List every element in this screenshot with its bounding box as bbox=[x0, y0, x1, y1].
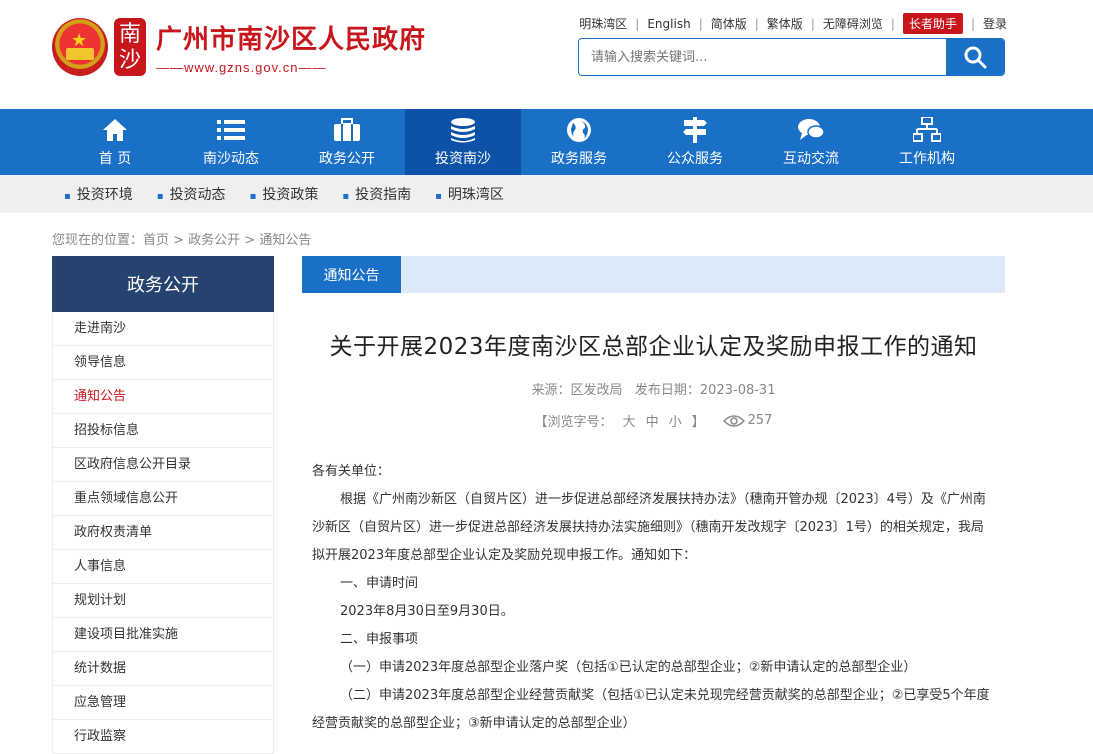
nav-label: 政务服务 bbox=[551, 151, 607, 167]
nav-invest[interactable]: 投资南沙 bbox=[405, 109, 521, 175]
font-size-medium-button[interactable]: 中 bbox=[646, 411, 659, 430]
nav-label: 工作机构 bbox=[899, 151, 955, 167]
sidebar-item[interactable]: 行政监察 bbox=[53, 720, 273, 754]
sidebar-item[interactable]: 政府权责清单 bbox=[53, 516, 273, 550]
search-button[interactable] bbox=[946, 39, 1004, 75]
nav-label: 互动交流 bbox=[783, 151, 839, 167]
national-emblem-icon: ★ bbox=[52, 18, 108, 76]
toplink-accessibility[interactable]: 无障碍浏览 bbox=[823, 15, 883, 32]
toplink-simplified[interactable]: 简体版 bbox=[711, 15, 747, 32]
eye-icon bbox=[722, 414, 745, 427]
toplink-mingzhu[interactable]: 明珠湾区 bbox=[579, 15, 627, 32]
nav-gov-service[interactable]: 政务服务 bbox=[521, 109, 637, 175]
header: ★ 南沙 广州市南沙区人民政府 ——www.gzns.gov.cn—— 明珠湾区… bbox=[0, 0, 1093, 109]
subnav-item-policy[interactable]: ▪ 投资政策 bbox=[250, 184, 319, 204]
site-title: 广州市南沙区人民政府 bbox=[156, 25, 427, 55]
article-paragraph: 2023年8月30日至9月30日。 bbox=[340, 604, 514, 619]
sidebar-item[interactable]: 规划计划 bbox=[53, 584, 273, 618]
login-link[interactable]: 登录 bbox=[983, 15, 1007, 32]
site-logo[interactable]: ★ 南沙 广州市南沙区人民政府 ——www.gzns.gov.cn—— bbox=[52, 18, 426, 76]
article-meta: 来源：区发改局 发布日期：2023-08-31 bbox=[531, 383, 776, 398]
sidebar-item[interactable]: 统计数据 bbox=[53, 652, 273, 686]
tab-notice[interactable]: 通知公告 bbox=[302, 256, 401, 293]
sidebar-item[interactable]: 领导信息 bbox=[53, 346, 273, 380]
nav-news[interactable]: 南沙动态 bbox=[173, 109, 289, 175]
search-icon bbox=[964, 46, 987, 69]
briefcase-icon bbox=[334, 118, 360, 141]
view-count-value: 257 bbox=[747, 413, 773, 428]
article-body: 各有关单位： 根据《广州南沙新区（自贸片区）进一步促进总部经济发展扶持办法》（穗… bbox=[302, 458, 1005, 738]
toplink-english[interactable]: English bbox=[647, 17, 690, 31]
org-chart-icon bbox=[913, 117, 941, 142]
subnav-item-environment[interactable]: ▪ 投资环境 bbox=[64, 184, 133, 204]
font-size-controls: 【浏览字号： 大 中 小 】 257 bbox=[302, 411, 1005, 430]
nav-label: 政务公开 bbox=[319, 151, 375, 167]
article-greeting: 各有关单位： bbox=[312, 464, 391, 479]
article-paragraph: （二）申请2023年度总部型企业经营贡献奖（包括①已认定未兑现完经营贡献奖的总部… bbox=[312, 688, 990, 731]
sidebar-item[interactable]: 重点领域信息公开 bbox=[53, 482, 273, 516]
sidebar-item[interactable]: 应急管理 bbox=[53, 686, 273, 720]
article-title: 关于开展2023年度南沙区总部企业认定及奖励申报工作的通知 bbox=[329, 334, 978, 360]
list-icon bbox=[217, 120, 245, 140]
sidebar: 政务公开 走进南沙 领导信息 通知公告 招投标信息 区政府信息公开目录 重点领域… bbox=[52, 256, 274, 754]
sidebar-item[interactable]: 区政府信息公开目录 bbox=[53, 448, 273, 482]
article-heading: 二、申报事项 bbox=[340, 632, 419, 647]
bullet-icon: ▪ bbox=[156, 191, 164, 202]
nav-label: 南沙动态 bbox=[203, 151, 259, 167]
chat-icon bbox=[798, 119, 825, 140]
bullet-icon: ▪ bbox=[64, 191, 71, 202]
font-size-end: 】 bbox=[691, 415, 705, 430]
top-links: 明珠湾区 | English | 简体版 | 繁体版 | 无障碍浏览 | 长者助手 | 登录 bbox=[579, 13, 1007, 34]
globe-icon bbox=[567, 118, 591, 142]
coins-icon bbox=[451, 118, 475, 143]
toplink-traditional[interactable]: 繁体版 bbox=[767, 15, 803, 32]
nav-interaction[interactable]: 互动交流 bbox=[753, 109, 869, 175]
signpost-icon bbox=[683, 117, 707, 143]
sidebar-item-active[interactable]: 通知公告 bbox=[53, 380, 273, 414]
nav-gov-open[interactable]: 政务公开 bbox=[289, 109, 405, 175]
article-paragraph: （一）申请2023年度总部型企业落户奖（包括①已认定的总部型企业；②新申请认定的… bbox=[340, 660, 917, 675]
tab-bar: 通知公告 bbox=[302, 256, 1005, 293]
subnav-item-guide[interactable]: ▪ 投资指南 bbox=[342, 184, 411, 204]
main-content: 通知公告 关于开展2023年度南沙区总部企业认定及奖励申报工作的通知 来源：区发… bbox=[302, 256, 1005, 738]
nav-public-service[interactable]: 公众服务 bbox=[637, 109, 753, 175]
breadcrumb: 您现在的位置：首页 > 政务公开 > 通知公告 bbox=[52, 233, 312, 248]
sidebar-item[interactable]: 走进南沙 bbox=[53, 312, 273, 346]
nav-label: 首 页 bbox=[98, 151, 132, 167]
elder-assistant-button[interactable]: 长者助手 bbox=[902, 13, 963, 34]
article-heading: 一、申请时间 bbox=[340, 576, 419, 591]
font-size-small-button[interactable]: 小 bbox=[669, 411, 682, 430]
nansha-seal-logo: 南沙 bbox=[114, 18, 146, 76]
nav-label: 投资南沙 bbox=[435, 151, 491, 167]
main-nav: 首 页 南沙动态 政务公开 投资南沙 政务服务 公众服务 互动交流 工作机构 bbox=[0, 109, 1093, 175]
subnav-item-news[interactable]: ▪ 投资动态 bbox=[157, 184, 226, 204]
font-size-label: 【浏览字号： bbox=[534, 415, 613, 430]
sidebar-list: 走进南沙 领导信息 通知公告 招投标信息 区政府信息公开目录 重点领域信息公开 … bbox=[52, 312, 274, 754]
sidebar-item[interactable]: 人事信息 bbox=[53, 550, 273, 584]
nav-label: 公众服务 bbox=[667, 151, 723, 167]
view-count: 257 bbox=[722, 413, 773, 428]
font-size-large-button[interactable]: 大 bbox=[623, 411, 636, 430]
nav-home[interactable]: 首 页 bbox=[57, 109, 173, 175]
sub-nav: ▪ 投资环境 ▪ 投资动态 ▪ 投资政策 ▪ 投资指南 ▪ 明珠湾区 bbox=[0, 175, 1093, 213]
nav-org[interactable]: 工作机构 bbox=[869, 109, 985, 175]
sidebar-item[interactable]: 招投标信息 bbox=[53, 414, 273, 448]
article-paragraph: 根据《广州南沙新区（自贸片区）进一步促进总部经济发展扶持办法》（穗南开管办规〔2… bbox=[312, 492, 986, 563]
sidebar-title: 政务公开 bbox=[52, 256, 274, 312]
site-url: ——www.gzns.gov.cn—— bbox=[156, 60, 327, 75]
bullet-icon: ▪ bbox=[342, 191, 350, 202]
search-bar bbox=[578, 38, 1005, 76]
bullet-icon: ▪ bbox=[249, 191, 257, 202]
subnav-item-mingzhu[interactable]: ▪ 明珠湾区 bbox=[435, 184, 504, 204]
home-icon bbox=[103, 119, 127, 141]
bullet-icon: ▪ bbox=[435, 191, 442, 202]
sidebar-item[interactable]: 建设项目批准实施 bbox=[53, 618, 273, 652]
search-input[interactable] bbox=[579, 39, 946, 75]
